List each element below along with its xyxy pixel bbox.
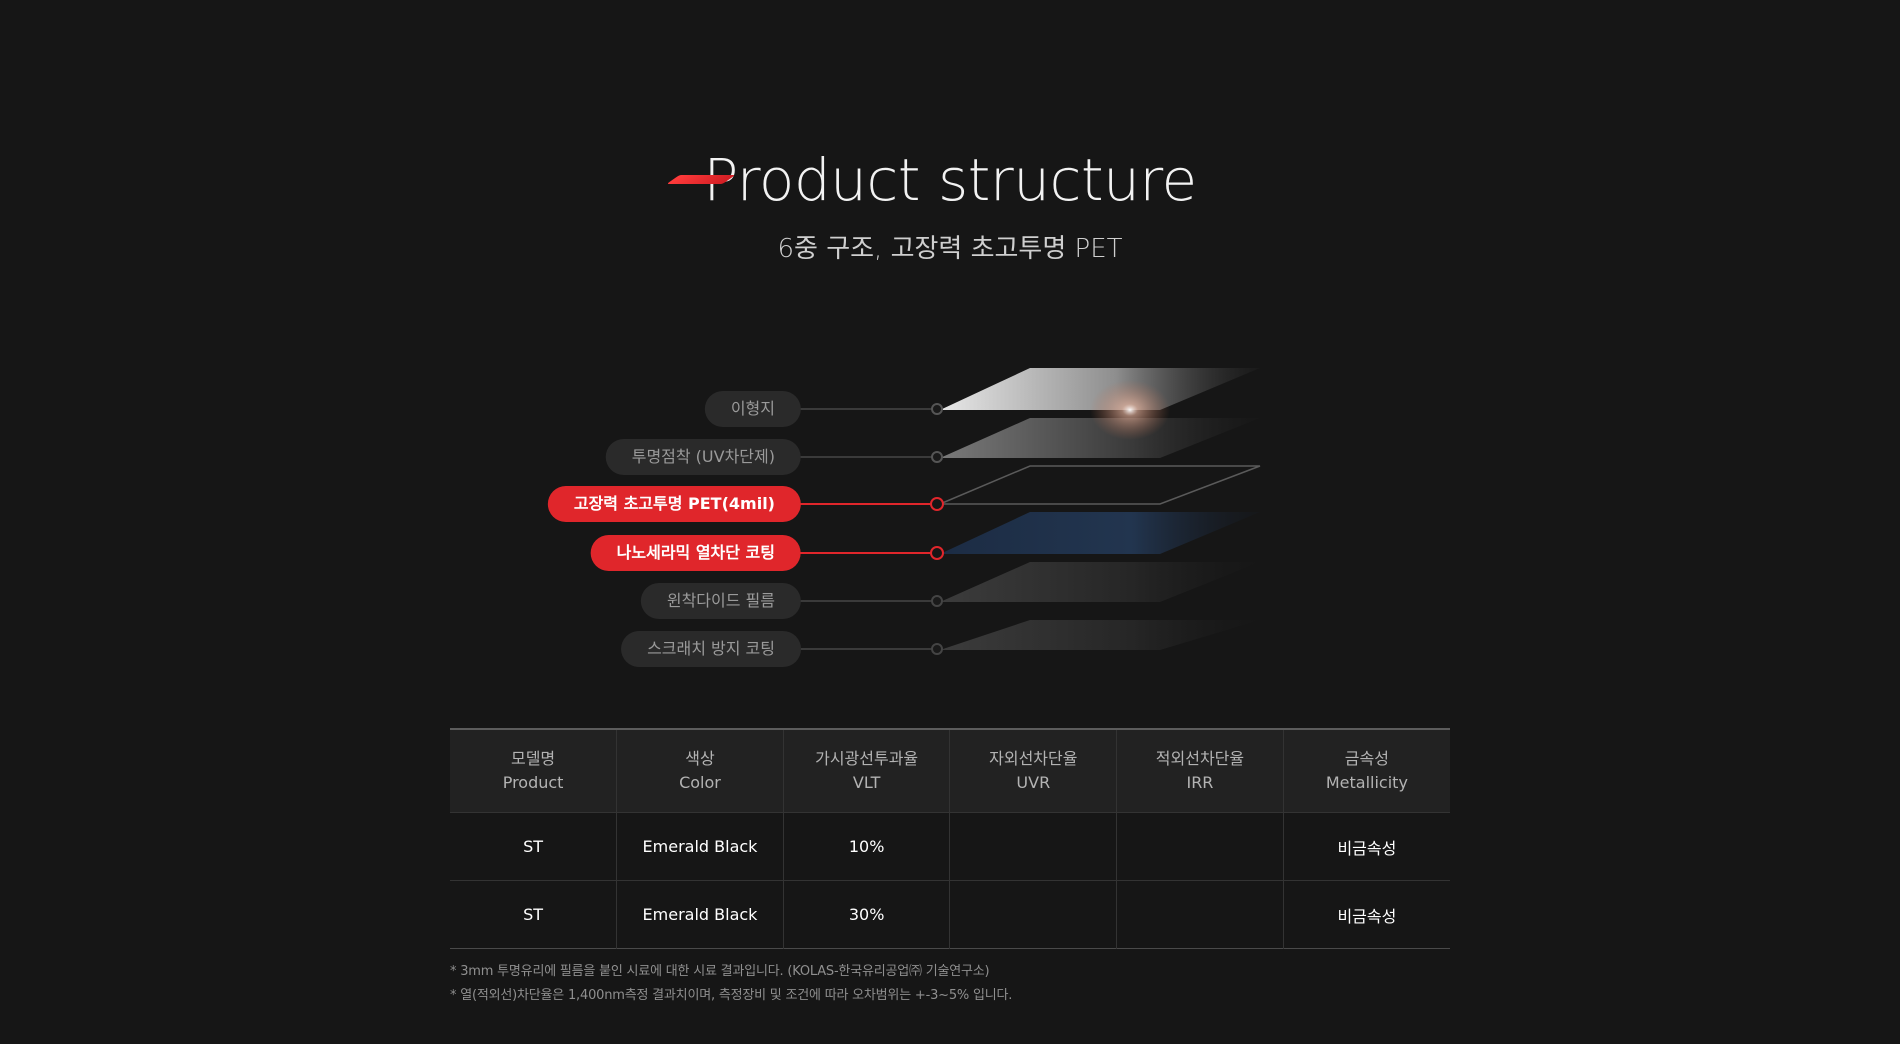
layer-label-adhesive: 투명점착 (UV차단제) [605, 439, 801, 475]
header-color-ko: 색상 [685, 749, 715, 768]
header-metallicity: 금속성 Metallicity [1283, 729, 1450, 813]
page-subtitle: 6중 구조, 고장력 초고투명 PET [777, 234, 1123, 264]
header-color: 색상 Color [616, 729, 784, 813]
title-wrap: Product structure [0, 145, 1900, 215]
table-header-row: 모델명 Product 색상 Color 가시광선투과율 VLT 자외선차단율 UVR … [450, 729, 1450, 813]
layer-label-window-film: 윈착다이드 필름 [640, 583, 801, 619]
marker-3 [930, 497, 944, 511]
cell-product: ST [450, 812, 618, 881]
layer-label-nano-ceramic: 나노세라믹 열차단 코팅 [590, 535, 801, 571]
header-product-en: Product [502, 773, 564, 792]
header-uvr: 자외선차단율 UVR [949, 729, 1118, 813]
cell-irr [1116, 812, 1284, 881]
header-metallicity-en: Metallicity [1325, 773, 1408, 792]
marker-2 [931, 451, 943, 463]
layer-window-film [940, 562, 1260, 602]
footnote-1: * 3mm 투명유리에 필름을 붙인 시료에 대한 시료 결과입니다. (KOL… [450, 964, 990, 979]
layer-label-release-liner: 이형지 [704, 391, 801, 427]
page-title: Product structure [666, 145, 1197, 215]
cell-vlt: 10% [783, 812, 951, 881]
header-irr: 적외선차단율 IRR [1116, 729, 1284, 813]
header-uvr-ko: 자외선차단율 [989, 749, 1078, 768]
header-uvr-en: UVR [1016, 773, 1051, 792]
cell-vlt: 30% [783, 880, 951, 949]
header-vlt-en: VLT [852, 773, 881, 792]
cell-uvr [949, 812, 1118, 881]
header-vlt: 가시광선투과율 VLT [783, 729, 951, 813]
footnote-2: * 열(적외선)차단율은 1,400nm측정 결과치이며, 측정장비 및 조건에… [450, 988, 1013, 1003]
cell-product: ST [450, 880, 618, 949]
light-glow [1090, 380, 1170, 440]
layer-label-scratch-coat: 스크래치 방지 코팅 [621, 631, 801, 667]
table-row: ST Emerald Black 30% 비금속성 [450, 880, 1450, 949]
marker-4 [930, 546, 944, 560]
table-row: ST Emerald Black 10% 비금속성 [450, 812, 1450, 881]
cell-metallicity: 비금속성 [1283, 812, 1450, 881]
header-product: 모델명 Product [450, 729, 618, 813]
footnotes: * 3mm 투명유리에 필름을 붙인 시료에 대한 시료 결과입니다. (KOL… [450, 960, 1450, 1008]
marker-5 [931, 595, 943, 607]
header-vlt-ko: 가시광선투과율 [815, 749, 919, 768]
header-product-ko: 모델명 [510, 749, 556, 768]
cell-metallicity: 비금속성 [1337, 906, 1397, 926]
layer-pet [939, 465, 1261, 505]
spec-table: 모델명 Product 색상 Color 가시광선투과율 VLT 자외선차단율 UVR … [450, 728, 1450, 949]
header-color-en: Color [679, 773, 721, 792]
page-title-text: Product structure [703, 146, 1197, 214]
marker-6 [931, 643, 943, 655]
cell-color: Emerald Black [616, 880, 784, 949]
header-irr-en: IRR [1186, 773, 1214, 792]
marker-1 [931, 403, 943, 415]
layer-label-pet: 고장력 초고투명 PET(4mil) [547, 486, 801, 522]
layer-nano-ceramic [940, 512, 1260, 554]
structure-diagram: 이형지 투명점착 (UV차단제) 고장력 초고투명 PET(4mil) 나노세라… [547, 330, 1280, 690]
cell-uvr [949, 880, 1118, 949]
cell-irr [1116, 880, 1284, 949]
layer-scratch-coat [940, 620, 1260, 650]
cell-color: Emerald Black [616, 812, 784, 881]
header-irr-ko: 적외선차단율 [1155, 749, 1245, 768]
header-metallicity-ko: 금속성 [1344, 749, 1389, 768]
